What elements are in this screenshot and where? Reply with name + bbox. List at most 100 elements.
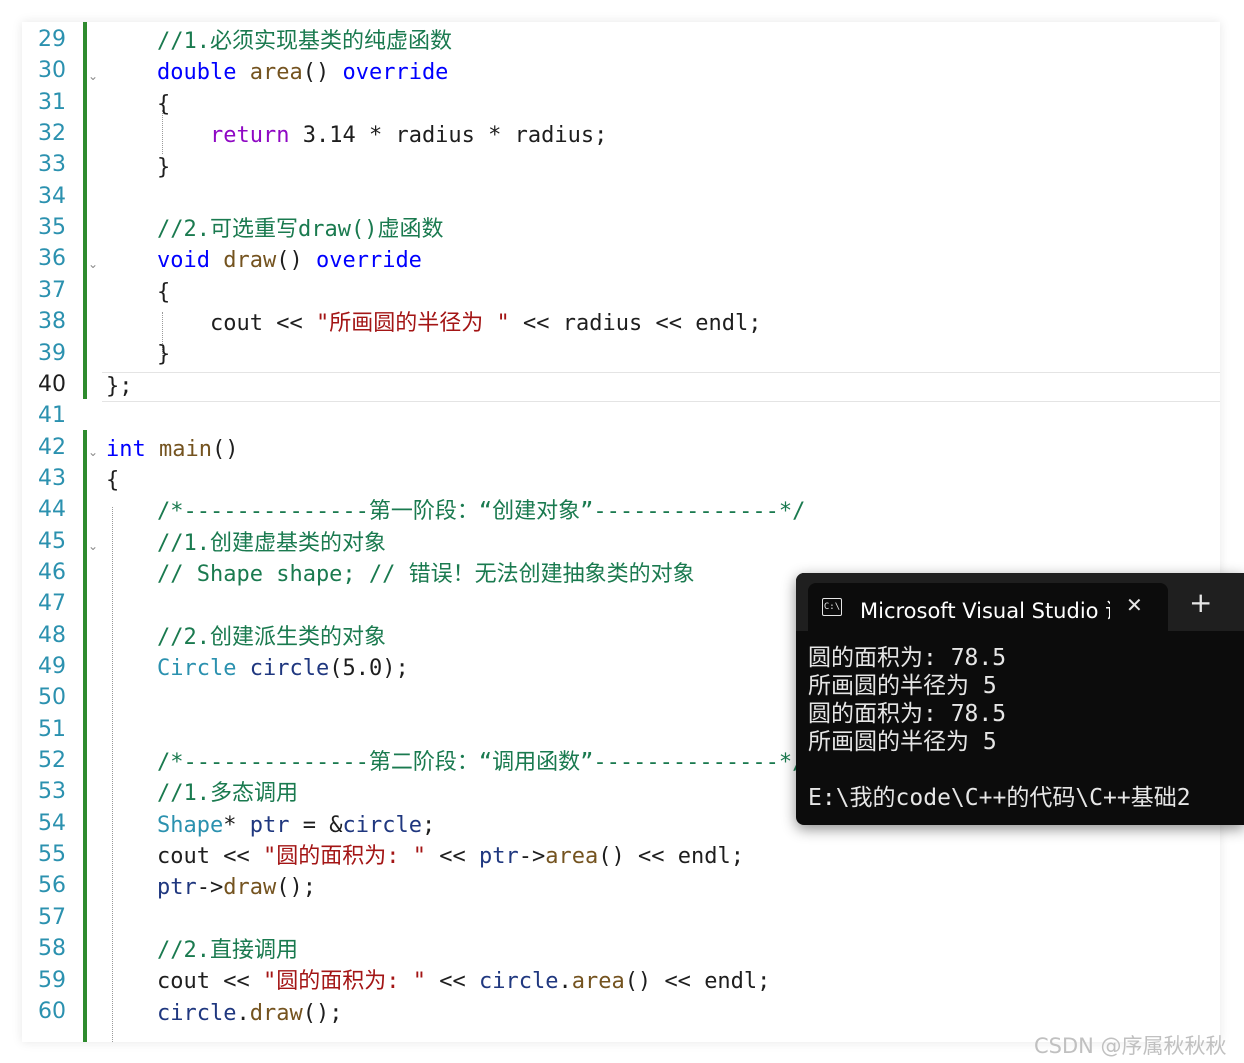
code-line[interactable]: // Shape shape; // 错误！无法创建抽象类的对象 — [157, 560, 695, 590]
fold-chevron-icon[interactable]: ⌄ — [88, 69, 100, 83]
change-bar — [83, 22, 87, 399]
function-name: area — [571, 969, 625, 994]
terminal-tab[interactable]: C:\ Microsoft Visual Studio 调试控制台 ✕ — [808, 583, 1168, 631]
code-line[interactable]: ptr->draw(); — [157, 873, 316, 903]
code-line[interactable]: { — [106, 466, 119, 496]
operator: << — [276, 311, 303, 336]
expression: (5.0); — [329, 656, 409, 681]
line-number: 30 — [38, 58, 66, 84]
operator: . — [236, 1001, 250, 1026]
function-name: area — [249, 60, 303, 85]
code-line[interactable]: cout << "圆的面积为: " << ptr->area() << endl… — [157, 842, 744, 872]
brace: { — [106, 468, 120, 493]
code-line[interactable]: //2.直接调用 — [157, 936, 298, 966]
brace: } — [157, 155, 171, 180]
comment: //1.多态调用 — [157, 781, 298, 806]
function-name: main — [159, 437, 212, 462]
line-number: 54 — [38, 810, 66, 836]
code-line[interactable]: Circle circle(5.0); — [157, 654, 409, 684]
code-line[interactable]: cout << "所画圆的半径为 " << radius << endl; — [210, 309, 761, 339]
console-icon: C:\ — [822, 598, 842, 616]
identifier: cout — [157, 844, 210, 869]
operator: * — [223, 813, 237, 838]
operator: = & — [302, 813, 343, 838]
fold-chevron-icon[interactable]: ⌄ — [88, 445, 100, 459]
comment: /*--------------第二阶段：“调用函数”-------------… — [157, 750, 806, 775]
watermark: CSDN @序属秋秋秋 — [1034, 1034, 1227, 1058]
line-number: 52 — [38, 748, 66, 774]
punctuation: }; — [106, 374, 133, 399]
line-number: 39 — [38, 340, 66, 366]
identifier: ptr — [478, 844, 519, 869]
function-name: draw — [249, 1001, 303, 1026]
comment: //2.可选重写draw()虚函数 — [157, 217, 444, 242]
line-number: 40 — [38, 371, 66, 397]
comment: // Shape shape; // 错误！无法创建抽象类的对象 — [157, 562, 695, 587]
line-number: 37 — [38, 277, 66, 303]
code-line[interactable]: //2.创建派生类的对象 — [157, 623, 386, 653]
comment: /*--------------第一阶段：“创建对象”-------------… — [157, 499, 806, 524]
operator: -> — [196, 875, 224, 900]
line-number: 60 — [38, 998, 66, 1024]
punctuation: ; — [421, 813, 436, 838]
new-tab-button[interactable]: + — [1189, 589, 1212, 617]
punctuation: ; — [757, 969, 771, 994]
code-line[interactable]: } — [157, 340, 170, 370]
code-line[interactable]: return 3.14 * radius * radius; — [210, 121, 607, 151]
code-line[interactable]: //1.多态调用 — [157, 779, 298, 809]
code-line[interactable]: void draw() override — [157, 246, 422, 276]
code-line[interactable]: double area() override — [157, 58, 448, 88]
terminal-output-line: 圆的面积为: 78.5 — [808, 701, 1007, 727]
code-line[interactable]: }; — [106, 372, 133, 402]
code-line[interactable]: int main() — [106, 435, 238, 465]
comment: //2.创建派生类的对象 — [157, 625, 386, 650]
operator: << — [637, 844, 665, 869]
identifier: cout — [157, 969, 210, 994]
code-line[interactable]: //1.必须实现基类的纯虚函数 — [157, 27, 452, 57]
code-line[interactable]: Shape* ptr = &circle; — [157, 811, 435, 841]
line-number: 46 — [38, 559, 66, 585]
punctuation: () — [302, 60, 330, 85]
operator: << — [655, 311, 682, 336]
comment: //2.直接调用 — [157, 938, 298, 963]
keyword: double — [157, 60, 237, 85]
code-line[interactable]: //1.创建虚基类的对象 — [157, 529, 386, 559]
current-line-highlight — [102, 372, 1220, 373]
line-number: 31 — [38, 89, 66, 115]
code-line[interactable]: { — [157, 90, 170, 120]
line-number: 49 — [38, 654, 66, 679]
line-number: 47 — [38, 591, 66, 617]
current-line-highlight — [102, 401, 1220, 402]
code-line[interactable]: /*--------------第一阶段：“创建对象”-------------… — [157, 497, 805, 527]
punctuation: () — [211, 437, 239, 462]
function-name: draw — [223, 875, 277, 900]
line-number: 34 — [38, 183, 66, 209]
line-number: 50 — [38, 685, 66, 711]
line-number: 57 — [38, 904, 66, 930]
code-line[interactable]: circle.draw(); — [157, 999, 342, 1029]
identifier: endl — [677, 844, 731, 869]
punctuation: () — [276, 248, 303, 273]
identifier: circle — [249, 656, 330, 681]
function-name: area — [545, 844, 599, 869]
line-number: 45 — [38, 528, 66, 554]
indent-guide — [112, 507, 113, 1042]
keyword: return — [210, 123, 290, 148]
code-line[interactable]: //2.可选重写draw()虚函数 — [157, 215, 443, 245]
code-line[interactable]: cout << "圆的面积为: " << circle.area() << en… — [157, 967, 770, 997]
terminal-tab-title: Microsoft Visual Studio 调试控制台 — [860, 599, 1110, 621]
identifier: endl — [695, 311, 749, 336]
code-editor[interactable]: 29 30 31 32 33 34 35 36 37 38 39 40 41 42 43 44 45 46 47 48… — [22, 22, 1220, 1042]
operator: << — [439, 969, 466, 994]
operator: << — [223, 844, 250, 869]
line-number: 55 — [38, 842, 66, 868]
operator: -> — [518, 844, 546, 869]
code-line[interactable]: { — [157, 278, 170, 308]
code-line[interactable]: /*--------------第二阶段：“调用函数”-------------… — [157, 748, 805, 778]
fold-chevron-icon[interactable]: ⌄ — [88, 539, 100, 553]
close-tab-button[interactable]: ✕ — [1126, 593, 1143, 617]
fold-chevron-icon[interactable]: ⌄ — [88, 257, 100, 271]
debug-console-window[interactable]: C:\ Microsoft Visual Studio 调试控制台 ✕ + 圆的… — [796, 573, 1244, 825]
code-line[interactable]: } — [157, 153, 170, 183]
punctuation: ; — [748, 311, 762, 336]
